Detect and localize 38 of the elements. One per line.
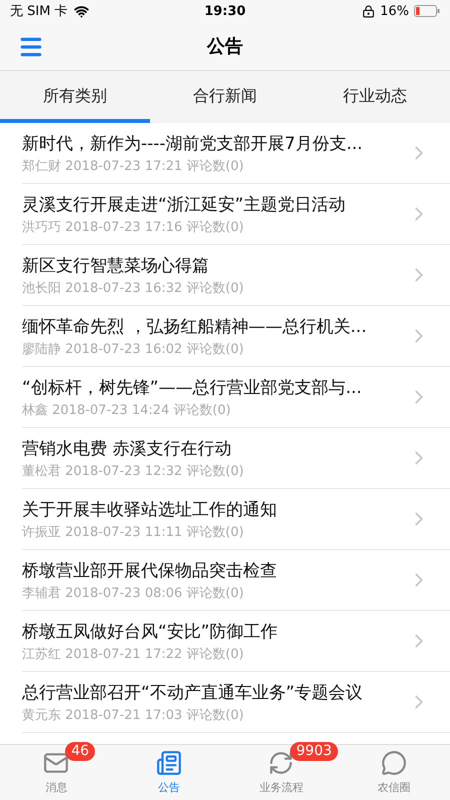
- category-tab[interactable]: 行业动态: [300, 71, 450, 123]
- article-title[interactable]: 总行营业部召开“不动产直通车业务”专题会议: [22, 680, 408, 704]
- circular-arrows-icon: [268, 750, 294, 776]
- article-title[interactable]: 新区支行智慧菜场心得篇: [22, 254, 408, 276]
- article-meta: 董松君 2018-07-23 12:32 评论数(0): [22, 462, 245, 480]
- tab-bar-item[interactable]: 46 消息: [0, 745, 112, 800]
- count-badge: 46: [65, 742, 96, 761]
- article-title[interactable]: 营销水电费 赤溪支行在行动: [22, 436, 408, 460]
- category-tab[interactable]: 所有类别: [0, 71, 150, 123]
- tab-bar-item[interactable]: 公告: [112, 745, 225, 800]
- article-title[interactable]: 桥墩营业部开展代保物品突击检查: [22, 558, 408, 582]
- tab-bar-item[interactable]: 9903 业务流程: [225, 745, 338, 800]
- article-meta: 李辅君 2018-07-23 08:06 评论数(0): [22, 584, 245, 602]
- article-meta: 黄元东 2018-07-21 17:03 评论数(0): [22, 706, 245, 724]
- article-title[interactable]: 新时代，新作为----湖前党支部开展7月份支...: [22, 132, 408, 154]
- article-meta: 许振亚 2018-07-23 11:11 评论数(0): [22, 524, 245, 540]
- article-meta: 林鑫 2018-07-23 14:24 评论数(0): [22, 402, 232, 418]
- wifi-icon: [74, 4, 89, 18]
- category-tab[interactable]: 合行新闻: [150, 71, 300, 123]
- article-meta: 洪巧巧 2018-07-23 17:16 评论数(0): [22, 218, 245, 236]
- count-badge: 9903: [290, 742, 338, 761]
- article-title[interactable]: 灵溪支行开展走进“浙江延安”主题党日活动: [22, 192, 408, 216]
- battery-icon: [414, 5, 440, 17]
- speech-bubble-icon: [380, 750, 407, 776]
- battery-percentage: 16%: [380, 4, 410, 18]
- article-meta: 江苏红 2018-07-21 17:22 评论数(0): [22, 646, 245, 662]
- article-title[interactable]: 关于开展丰收驿站选址工作的通知: [22, 498, 408, 520]
- article-meta: 池长阳 2018-07-23 16:32 评论数(0): [22, 280, 245, 296]
- article-meta: 郑仁财 2018-07-23 17:21 评论数(0): [22, 158, 245, 174]
- article-title[interactable]: 缅怀革命先烈 ，弘扬红船精神——总行机关...: [22, 314, 408, 338]
- article-title[interactable]: 桥墩五凤做好台风“安比”防御工作: [22, 620, 408, 642]
- carrier-text: 无 SIM 卡: [10, 3, 68, 20]
- article-meta: 廖陆静 2018-07-23 16:02 评论数(0): [22, 340, 245, 358]
- page-title: 公告: [207, 35, 243, 58]
- newspaper-icon: [156, 750, 182, 776]
- article-title[interactable]: “创标杆，树先锋”——总行营业部党支部与...: [22, 376, 408, 398]
- lock-icon: [362, 4, 376, 18]
- clock-text: 19:30: [204, 4, 246, 18]
